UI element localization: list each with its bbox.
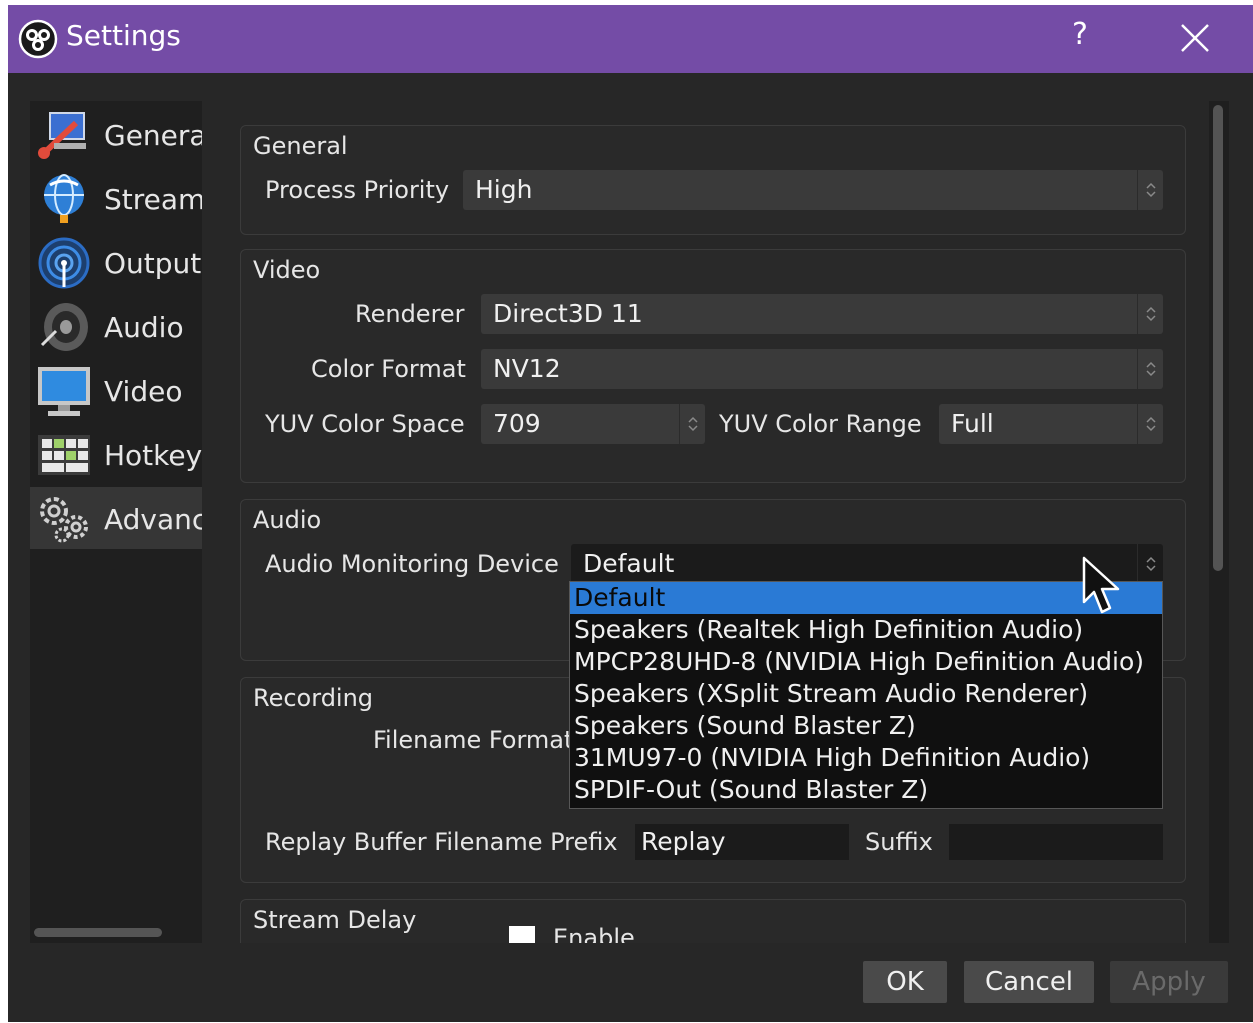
sidebar-item-label: Audio <box>104 311 184 344</box>
yuv-color-space-select[interactable]: 709 <box>481 404 705 444</box>
select-arrows-icon <box>1137 170 1163 210</box>
suffix-input[interactable] <box>949 824 1163 860</box>
group-title: Video <box>241 250 333 288</box>
sidebar-item-hotkeys[interactable]: Hotkey <box>30 423 202 485</box>
select-arrows-icon <box>1137 294 1163 334</box>
enable-checkbox[interactable] <box>509 926 535 943</box>
settings-sidebar: Genera Stream Output Audio Video Hotkey … <box>30 101 202 943</box>
apply-button[interactable]: Apply <box>1110 961 1228 1003</box>
sidebar-horizontal-scrollbar[interactable] <box>34 928 162 937</box>
yuv-color-range-select[interactable]: Full <box>939 404 1163 444</box>
replay-buffer-prefix-input[interactable]: Replay <box>635 824 849 860</box>
settings-window: Settings ? Genera Stream Output Audio Vi… <box>8 5 1253 1022</box>
sidebar-item-label: Stream <box>104 183 202 216</box>
mouse-cursor-icon <box>1082 556 1126 626</box>
window-title: Settings <box>66 19 181 52</box>
video-group: Video Renderer Direct3D 11 Color Format … <box>240 249 1186 483</box>
select-arrows-icon <box>1137 404 1163 444</box>
advanced-settings-panel: General Process Priority High Video Rend… <box>222 101 1208 943</box>
renderer-label: Renderer <box>355 300 465 328</box>
dropdown-option[interactable]: SPDIF-Out (Sound Blaster Z) <box>570 774 1162 806</box>
group-title: Recording <box>241 678 386 716</box>
ok-button[interactable]: OK <box>863 961 947 1003</box>
sidebar-item-label: Genera <box>104 119 202 152</box>
dropdown-option[interactable]: Default <box>570 582 1162 614</box>
color-format-select[interactable]: NV12 <box>481 349 1163 389</box>
obs-logo-icon <box>18 19 58 59</box>
dropdown-option[interactable]: 31MU97-0 (NVIDIA High Definition Audio) <box>570 742 1162 774</box>
replay-buffer-prefix-label: Replay Buffer Filename Prefix <box>265 828 618 856</box>
title-bar: Settings ? <box>8 5 1253 73</box>
help-button[interactable]: ? <box>1066 17 1094 57</box>
process-priority-select[interactable]: High <box>463 170 1163 210</box>
yuv-color-space-label: YUV Color Space <box>265 410 465 438</box>
gears-icon <box>36 493 92 545</box>
sidebar-item-output[interactable]: Output <box>30 231 202 293</box>
group-title: Stream Delay <box>241 900 429 938</box>
sidebar-item-label: Advanc <box>104 503 202 536</box>
audio-monitoring-dropdown-list: Default Speakers (Realtek High Definitio… <box>569 581 1163 809</box>
speaker-icon <box>36 301 92 353</box>
select-arrows-icon <box>1137 544 1163 584</box>
monitor-icon <box>36 365 92 417</box>
process-priority-label: Process Priority <box>265 176 450 204</box>
enable-label: Enable <box>553 924 635 943</box>
audio-monitoring-device-label: Audio Monitoring Device <box>265 550 559 578</box>
content-vertical-scrollbar[interactable] <box>1209 101 1229 943</box>
sidebar-item-video[interactable]: Video <box>30 359 202 421</box>
sidebar-item-stream[interactable]: Stream <box>30 167 202 229</box>
renderer-select[interactable]: Direct3D 11 <box>481 294 1163 334</box>
yuv-color-range-label: YUV Color Range <box>719 410 922 438</box>
filename-format-label: Filename Format <box>373 726 574 754</box>
keyboard-icon <box>36 429 92 481</box>
dropdown-option[interactable]: MPCP28UHD-8 (NVIDIA High Definition Audi… <box>570 646 1162 678</box>
general-group: General Process Priority High <box>240 125 1186 235</box>
cancel-button[interactable]: Cancel <box>964 961 1094 1003</box>
sidebar-item-advanced[interactable]: Advanc <box>30 487 202 549</box>
select-arrows-icon <box>679 404 705 444</box>
suffix-label: Suffix <box>865 828 933 856</box>
sidebar-item-label: Video <box>104 375 183 408</box>
group-title: General <box>241 126 360 164</box>
sidebar-item-general[interactable]: Genera <box>30 103 202 165</box>
dropdown-option[interactable]: Speakers (Realtek High Definition Audio) <box>570 614 1162 646</box>
audio-monitoring-device-select[interactable]: Default <box>571 544 1163 584</box>
close-icon[interactable] <box>1178 21 1212 55</box>
scrollbar-thumb[interactable] <box>1213 105 1223 571</box>
stream-globe-icon <box>36 173 92 225</box>
general-icon <box>36 109 92 161</box>
stream-delay-group: Stream Delay Enable <box>240 899 1186 943</box>
sidebar-item-audio[interactable]: Audio <box>30 295 202 357</box>
output-broadcast-icon <box>36 237 92 289</box>
sidebar-item-label: Output <box>104 247 202 280</box>
sidebar-item-label: Hotkey <box>104 439 202 472</box>
color-format-label: Color Format <box>311 355 466 383</box>
group-title: Audio <box>241 500 334 538</box>
dropdown-option[interactable]: Speakers (Sound Blaster Z) <box>570 710 1162 742</box>
select-arrows-icon <box>1137 349 1163 389</box>
dropdown-option[interactable]: Speakers (XSplit Stream Audio Renderer) <box>570 678 1162 710</box>
